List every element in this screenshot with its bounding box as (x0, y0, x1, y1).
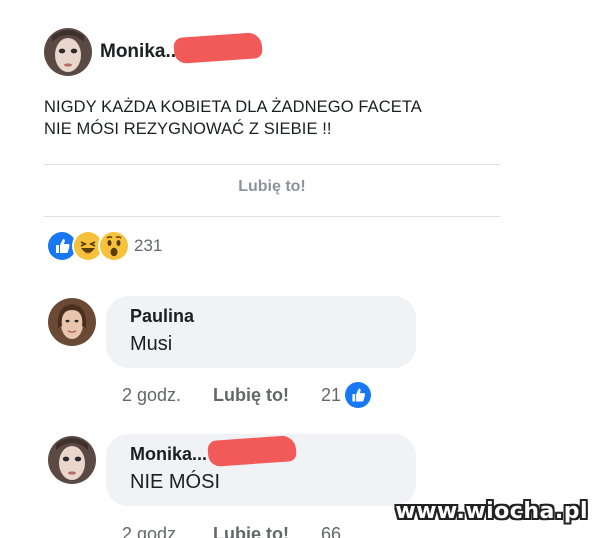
comment-author-text: Monika (130, 444, 193, 464)
comment-bubble: Monika... NIE MÓSI (106, 434, 416, 506)
comment-like-button[interactable]: Lubię to! (213, 385, 289, 406)
like-icon (345, 382, 372, 408)
comment-bubble: Paulina Musi (106, 296, 416, 368)
comment-text: NIE MÓSI (130, 471, 221, 493)
post-author-text: Monika (100, 41, 166, 62)
comment-like-count[interactable]: 66 (321, 524, 341, 538)
comment-author[interactable]: Paulina (130, 306, 400, 327)
comment-author-suffix: ... (192, 444, 208, 464)
post-text-line-1: NIGDY KAŻDA KOBIETA DLA ŻADNEGO FACETA (44, 98, 422, 116)
comment-time[interactable]: 2 godz. (122, 524, 181, 538)
watermark: www.wiocha.pl (395, 499, 588, 524)
divider-top (44, 164, 500, 165)
comment-monika: Monika... NIE MÓSI (48, 434, 416, 506)
post-text: NIGDY KAŻDA KOBIETA DLA ŻADNEGO FACETA N… (44, 96, 524, 140)
laughing-emoji-icon (74, 232, 102, 260)
avatar[interactable] (48, 298, 96, 346)
comment-like-count[interactable]: 21 (321, 385, 341, 406)
comment-author[interactable]: Monika... (130, 434, 400, 468)
like-icon (48, 232, 76, 260)
like-action-button[interactable]: Lubię to! (44, 178, 500, 196)
divider-bottom (44, 216, 500, 217)
comment-paulina: Paulina Musi (48, 296, 416, 368)
post-header: Monika... (44, 28, 263, 76)
page: Monika... NIGDY KAŻDA KOBIETA DLA ŻADNEG… (0, 0, 600, 538)
comment-meta: 2 godz. Lubię to! 66 (122, 524, 341, 538)
post-author-name[interactable]: Monika... (100, 31, 263, 65)
comment-text: Musi (130, 333, 173, 355)
reactions-summary[interactable]: 231 (48, 232, 162, 260)
avatar[interactable] (44, 28, 92, 76)
post-text-line-2: NIE MÓSI REZYGNOWAĆ Z SIEBIE !! (44, 120, 332, 138)
comment-meta: 2 godz. Lubię to! 21 (122, 382, 372, 408)
wow-emoji-icon (100, 232, 128, 260)
comment-time[interactable]: 2 godz. (122, 385, 181, 406)
reaction-count: 231 (134, 236, 163, 255)
comment-like-button[interactable]: Lubię to! (213, 524, 289, 538)
redaction-mark (173, 31, 263, 65)
avatar[interactable] (48, 436, 96, 484)
redaction-mark (207, 434, 297, 468)
